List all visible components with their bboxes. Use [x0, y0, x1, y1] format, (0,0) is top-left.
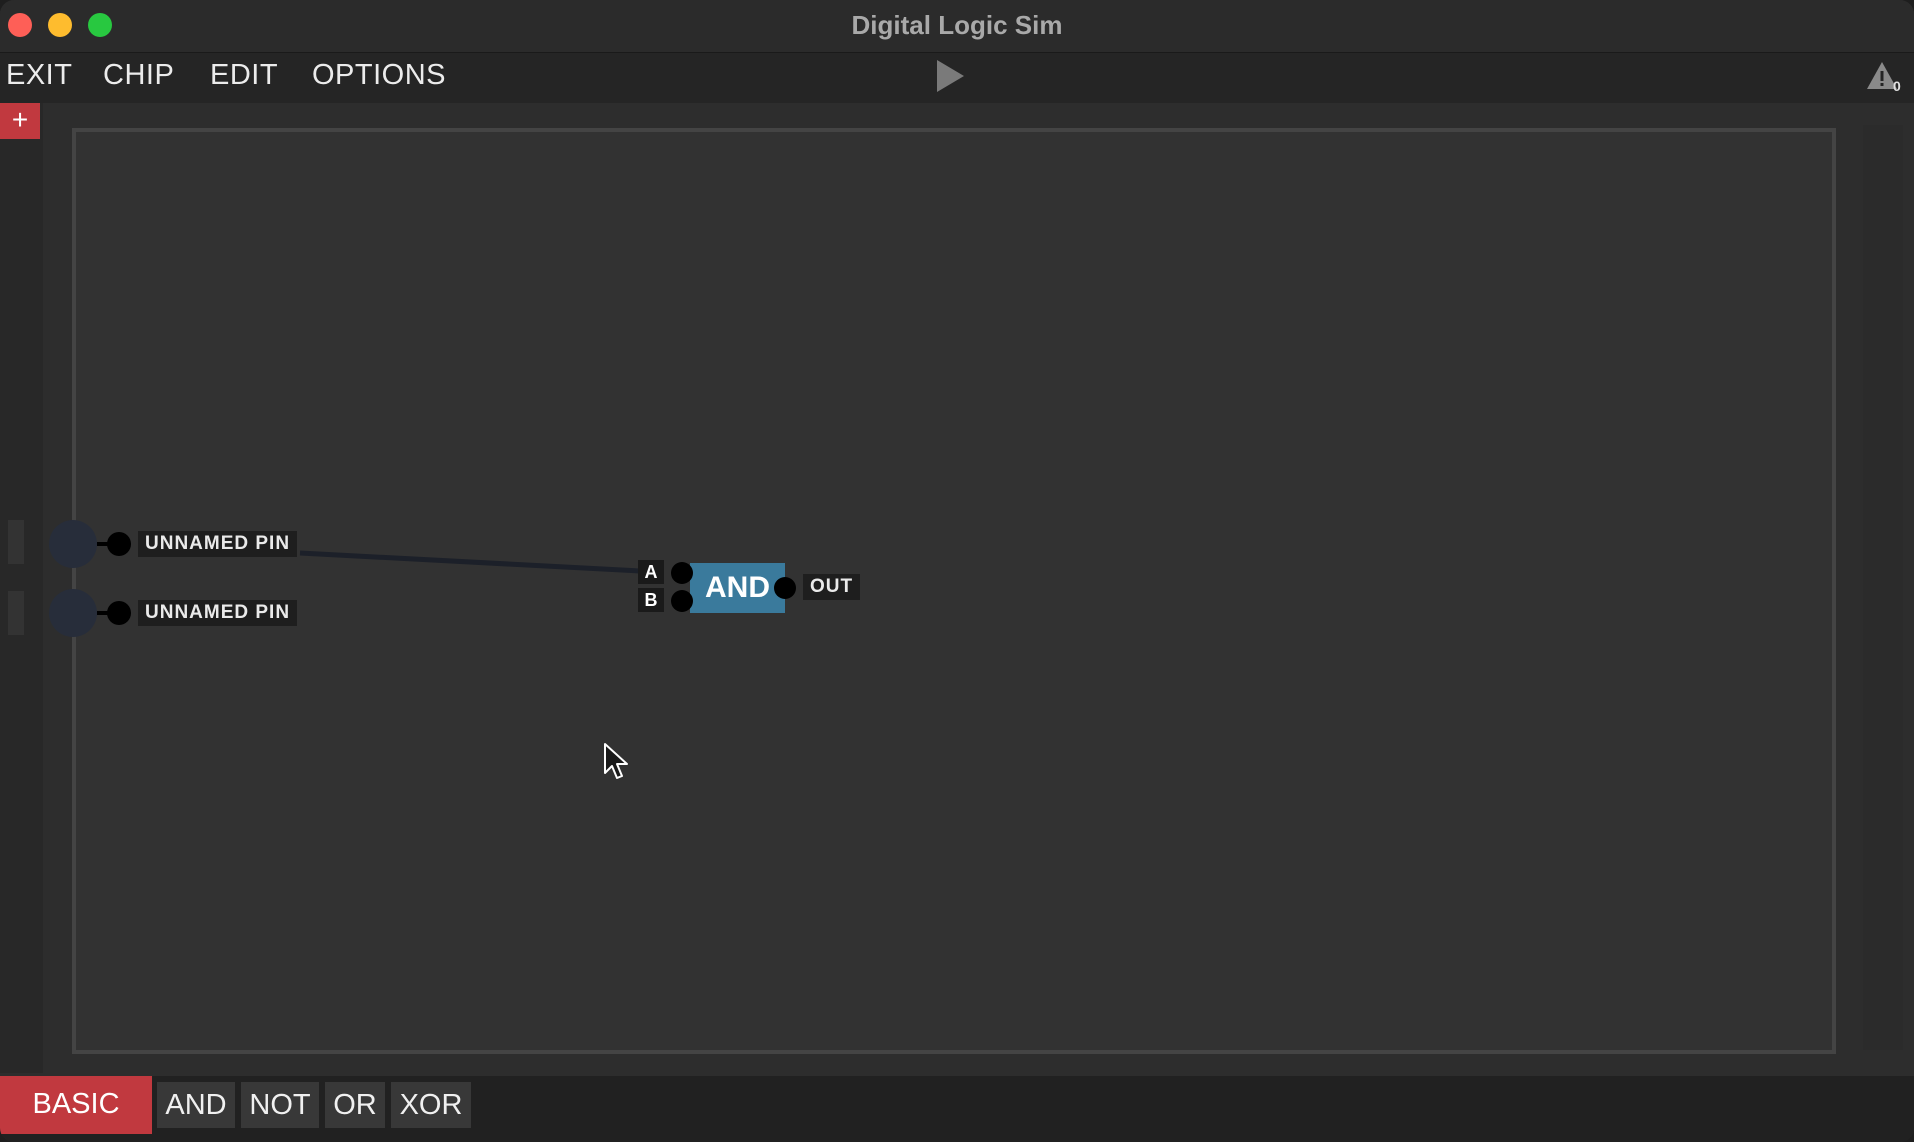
mouse-cursor-icon	[604, 743, 628, 779]
menu-edit[interactable]: EDIT	[210, 59, 278, 92]
input-pin-toggle[interactable]	[49, 520, 97, 568]
output-pin-strip[interactable]	[1863, 125, 1903, 1050]
chip-input-node-a[interactable]	[671, 562, 693, 584]
chip-input-label-b: B	[638, 588, 664, 612]
play-icon[interactable]	[937, 60, 964, 92]
chip-input-node-b[interactable]	[671, 590, 693, 612]
window-title: Digital Logic Sim	[851, 10, 1063, 40]
chip-input-label-a: A	[638, 560, 664, 584]
category-basic-button[interactable]: BASIC	[0, 1076, 152, 1134]
warning-count: 0	[1893, 78, 1901, 94]
and-chip[interactable]: AND	[690, 563, 785, 613]
chip-or-button[interactable]: OR	[325, 1082, 385, 1128]
input-pin-node[interactable]	[107, 601, 131, 625]
chip-bar: BASIC AND NOT OR XOR	[0, 1076, 1914, 1142]
input-pin-label: UNNAMED PIN	[138, 531, 298, 557]
chip-and-button[interactable]: AND	[157, 1082, 235, 1128]
input-pin-handle[interactable]	[8, 520, 24, 564]
add-input-pin-button[interactable]: +	[0, 103, 40, 139]
input-pin-handle[interactable]	[8, 591, 24, 635]
title-bar: Digital Logic Sim	[0, 0, 1914, 53]
chip-canvas[interactable]	[72, 128, 1836, 1054]
menu-chip[interactable]: CHIP	[103, 59, 174, 92]
chip-not-button[interactable]: NOT	[241, 1082, 319, 1128]
chip-xor-button[interactable]: XOR	[391, 1082, 471, 1128]
menu-options[interactable]: OPTIONS	[312, 59, 446, 92]
menu-exit[interactable]: EXIT	[6, 59, 72, 92]
app-window: Digital Logic Sim EXIT CHIP EDIT OPTIONS…	[0, 0, 1914, 1142]
input-pin-label: UNNAMED PIN	[138, 600, 298, 626]
input-pin-strip[interactable]	[0, 103, 43, 1073]
chip-output-label: OUT	[803, 574, 861, 600]
input-pin-node[interactable]	[107, 532, 131, 556]
chip-output-node[interactable]	[774, 577, 796, 599]
input-pin-toggle[interactable]	[49, 589, 97, 637]
